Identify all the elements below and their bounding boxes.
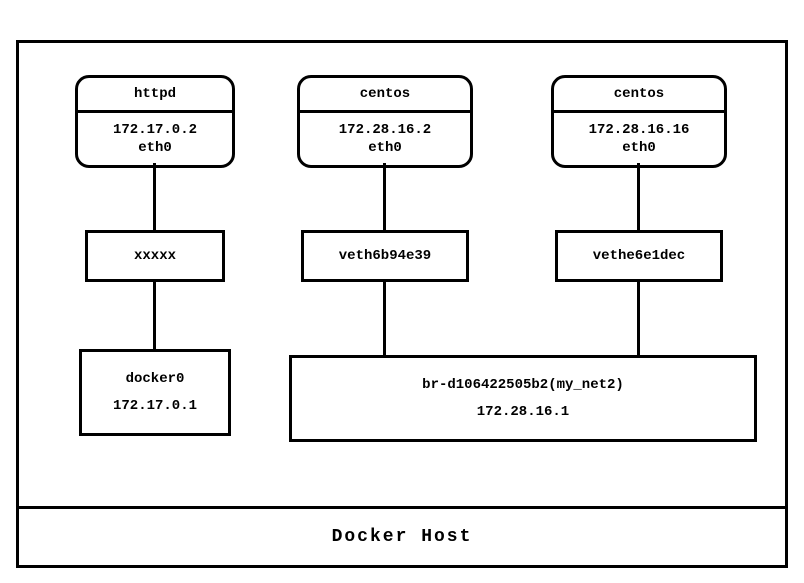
connector-line <box>153 163 156 230</box>
bridge-name: br-d106422505b2(my_net2) <box>292 372 754 399</box>
container-ip: 172.28.16.16 <box>554 121 724 139</box>
veth-6b94e39: veth6b94e39 <box>301 230 469 282</box>
bridge-ip: 172.28.16.1 <box>292 399 754 426</box>
bridge-ip: 172.17.0.1 <box>82 393 228 420</box>
connector-line <box>383 163 386 230</box>
connector-line <box>153 282 156 349</box>
container-iface: eth0 <box>78 139 232 157</box>
veth-label: vethe6e1dec <box>593 248 685 264</box>
container-iface: eth0 <box>554 139 724 157</box>
connector-line <box>637 163 640 230</box>
container-name: httpd <box>78 78 232 113</box>
container-net: 172.28.16.2 eth0 <box>300 113 470 165</box>
container-name: centos <box>300 78 470 113</box>
connector-line <box>383 282 386 355</box>
veth-label: veth6b94e39 <box>339 248 431 264</box>
container-httpd: httpd 172.17.0.2 eth0 <box>75 75 235 168</box>
container-iface: eth0 <box>300 139 470 157</box>
veth-xxxxx: xxxxx <box>85 230 225 282</box>
docker-host: Docker Host <box>16 506 788 568</box>
veth-e6e1dec: vethe6e1dec <box>555 230 723 282</box>
connector-line <box>637 282 640 355</box>
diagram-frame: httpd 172.17.0.2 eth0 centos 172.28.16.2… <box>16 40 788 568</box>
bridge-mynet2: br-d106422505b2(my_net2) 172.28.16.1 <box>289 355 757 442</box>
container-centos-1: centos 172.28.16.2 eth0 <box>297 75 473 168</box>
bridge-docker0: docker0 172.17.0.1 <box>79 349 231 436</box>
container-net: 172.17.0.2 eth0 <box>78 113 232 165</box>
container-name: centos <box>554 78 724 113</box>
host-label: Docker Host <box>332 527 473 547</box>
container-centos-2: centos 172.28.16.16 eth0 <box>551 75 727 168</box>
container-net: 172.28.16.16 eth0 <box>554 113 724 165</box>
container-ip: 172.28.16.2 <box>300 121 470 139</box>
veth-label: xxxxx <box>134 248 176 264</box>
bridge-name: docker0 <box>82 366 228 393</box>
container-ip: 172.17.0.2 <box>78 121 232 139</box>
